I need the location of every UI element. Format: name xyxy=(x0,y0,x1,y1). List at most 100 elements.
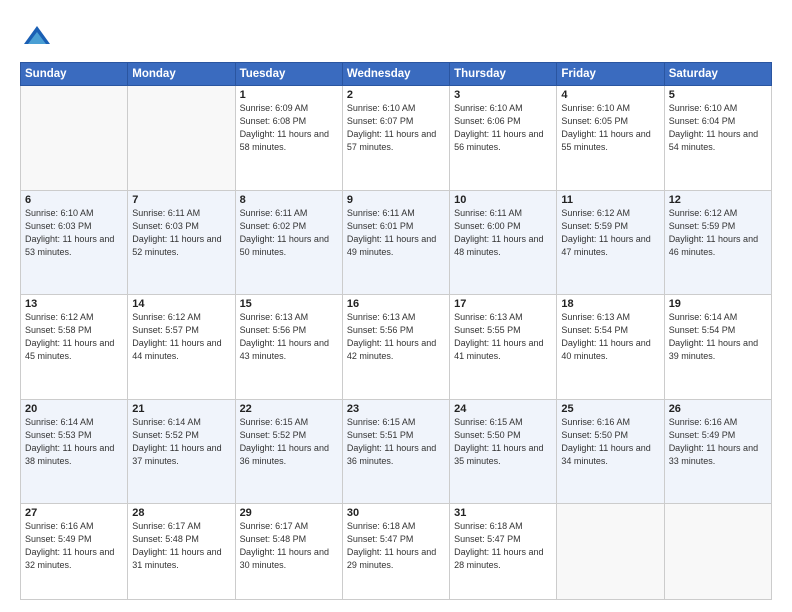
calendar-week-row: 1 Sunrise: 6:09 AMSunset: 6:08 PMDaylight… xyxy=(21,86,772,191)
calendar-cell: 19 Sunrise: 6:14 AMSunset: 5:54 PMDayligh… xyxy=(664,295,771,400)
day-info: Sunrise: 6:09 AMSunset: 6:08 PMDaylight:… xyxy=(240,103,329,152)
day-number: 19 xyxy=(669,298,767,310)
day-number: 2 xyxy=(347,89,445,101)
day-info: Sunrise: 6:16 AMSunset: 5:50 PMDaylight:… xyxy=(561,417,650,466)
calendar-cell: 25 Sunrise: 6:16 AMSunset: 5:50 PMDayligh… xyxy=(557,399,664,504)
day-info: Sunrise: 6:11 AMSunset: 6:00 PMDaylight:… xyxy=(454,208,543,257)
calendar-cell: 2 Sunrise: 6:10 AMSunset: 6:07 PMDaylight… xyxy=(342,86,449,191)
day-info: Sunrise: 6:14 AMSunset: 5:52 PMDaylight:… xyxy=(132,417,221,466)
calendar-cell xyxy=(21,86,128,191)
calendar-cell: 7Sunrise: 6:11 AMSunset: 6:03 PMDaylight… xyxy=(128,190,235,295)
day-of-week-header: Tuesday xyxy=(235,63,342,86)
day-info: Sunrise: 6:10 AMSunset: 6:04 PMDaylight:… xyxy=(669,103,758,152)
page: SundayMondayTuesdayWednesdayThursdayFrid… xyxy=(0,0,792,612)
day-number: 18 xyxy=(561,298,659,310)
day-number: 3 xyxy=(454,89,552,101)
calendar-cell: 10Sunrise: 6:11 AMSunset: 6:00 PMDayligh… xyxy=(450,190,557,295)
day-of-week-header: Friday xyxy=(557,63,664,86)
logo-icon xyxy=(22,22,52,52)
calendar-cell: 29 Sunrise: 6:17 AMSunset: 5:48 PMDayligh… xyxy=(235,504,342,600)
logo xyxy=(20,22,52,52)
day-number: 30 xyxy=(347,507,445,519)
calendar-week-row: 27 Sunrise: 6:16 AMSunset: 5:49 PMDayligh… xyxy=(21,504,772,600)
header xyxy=(20,18,772,52)
day-number: 24 xyxy=(454,403,552,415)
day-number: 20 xyxy=(25,403,123,415)
calendar-cell xyxy=(128,86,235,191)
calendar-cell: 14 Sunrise: 6:12 AMSunset: 5:57 PMDayligh… xyxy=(128,295,235,400)
calendar-week-row: 20 Sunrise: 6:14 AMSunset: 5:53 PMDayligh… xyxy=(21,399,772,504)
day-number: 9 xyxy=(347,194,445,206)
day-of-week-header: Wednesday xyxy=(342,63,449,86)
day-of-week-header: Thursday xyxy=(450,63,557,86)
day-info: Sunrise: 6:17 AMSunset: 5:48 PMDaylight:… xyxy=(240,521,329,570)
day-number: 11 xyxy=(561,194,659,206)
day-info: Sunrise: 6:11 AMSunset: 6:01 PMDaylight:… xyxy=(347,208,436,257)
day-number: 16 xyxy=(347,298,445,310)
day-info: Sunrise: 6:16 AMSunset: 5:49 PMDaylight:… xyxy=(25,521,114,570)
day-number: 4 xyxy=(561,89,659,101)
day-number: 26 xyxy=(669,403,767,415)
day-number: 17 xyxy=(454,298,552,310)
calendar-cell: 12 Sunrise: 6:12 AMSunset: 5:59 PMDayligh… xyxy=(664,190,771,295)
calendar-week-row: 13 Sunrise: 6:12 AMSunset: 5:58 PMDayligh… xyxy=(21,295,772,400)
day-info: Sunrise: 6:18 AMSunset: 5:47 PMDaylight:… xyxy=(347,521,436,570)
day-info: Sunrise: 6:13 AMSunset: 5:54 PMDaylight:… xyxy=(561,312,650,361)
day-number: 22 xyxy=(240,403,338,415)
day-info: Sunrise: 6:13 AMSunset: 5:56 PMDaylight:… xyxy=(240,312,329,361)
calendar-cell: 23Sunrise: 6:15 AMSunset: 5:51 PMDayligh… xyxy=(342,399,449,504)
day-number: 5 xyxy=(669,89,767,101)
day-info: Sunrise: 6:14 AMSunset: 5:53 PMDaylight:… xyxy=(25,417,114,466)
calendar-cell: 8Sunrise: 6:11 AMSunset: 6:02 PMDaylight… xyxy=(235,190,342,295)
calendar-cell: 24Sunrise: 6:15 AMSunset: 5:50 PMDayligh… xyxy=(450,399,557,504)
day-info: Sunrise: 6:18 AMSunset: 5:47 PMDaylight:… xyxy=(454,521,543,570)
calendar-cell: 30 Sunrise: 6:18 AMSunset: 5:47 PMDayligh… xyxy=(342,504,449,600)
day-info: Sunrise: 6:11 AMSunset: 6:02 PMDaylight:… xyxy=(240,208,329,257)
day-number: 31 xyxy=(454,507,552,519)
calendar-cell: 11 Sunrise: 6:12 AMSunset: 5:59 PMDayligh… xyxy=(557,190,664,295)
calendar-cell: 6 Sunrise: 6:10 AMSunset: 6:03 PMDaylight… xyxy=(21,190,128,295)
day-info: Sunrise: 6:15 AMSunset: 5:51 PMDaylight:… xyxy=(347,417,436,466)
calendar-cell: 22 Sunrise: 6:15 AMSunset: 5:52 PMDayligh… xyxy=(235,399,342,504)
calendar-cell: 18 Sunrise: 6:13 AMSunset: 5:54 PMDayligh… xyxy=(557,295,664,400)
day-info: Sunrise: 6:14 AMSunset: 5:54 PMDaylight:… xyxy=(669,312,758,361)
calendar-cell: 20 Sunrise: 6:14 AMSunset: 5:53 PMDayligh… xyxy=(21,399,128,504)
day-number: 6 xyxy=(25,194,123,206)
day-info: Sunrise: 6:10 AMSunset: 6:03 PMDaylight:… xyxy=(25,208,114,257)
day-number: 28 xyxy=(132,507,230,519)
calendar-cell xyxy=(664,504,771,600)
day-info: Sunrise: 6:12 AMSunset: 5:59 PMDaylight:… xyxy=(669,208,758,257)
day-info: Sunrise: 6:10 AMSunset: 6:06 PMDaylight:… xyxy=(454,103,543,152)
day-info: Sunrise: 6:10 AMSunset: 6:07 PMDaylight:… xyxy=(347,103,436,152)
day-info: Sunrise: 6:16 AMSunset: 5:49 PMDaylight:… xyxy=(669,417,758,466)
day-number: 15 xyxy=(240,298,338,310)
day-number: 13 xyxy=(25,298,123,310)
day-info: Sunrise: 6:12 AMSunset: 5:59 PMDaylight:… xyxy=(561,208,650,257)
day-number: 21 xyxy=(132,403,230,415)
calendar-cell: 5 Sunrise: 6:10 AMSunset: 6:04 PMDaylight… xyxy=(664,86,771,191)
day-info: Sunrise: 6:11 AMSunset: 6:03 PMDaylight:… xyxy=(132,208,221,257)
calendar-cell: 26 Sunrise: 6:16 AMSunset: 5:49 PMDayligh… xyxy=(664,399,771,504)
day-of-week-header: Saturday xyxy=(664,63,771,86)
day-number: 1 xyxy=(240,89,338,101)
calendar-cell: 17 Sunrise: 6:13 AMSunset: 5:55 PMDayligh… xyxy=(450,295,557,400)
day-number: 29 xyxy=(240,507,338,519)
calendar-cell: 28Sunrise: 6:17 AMSunset: 5:48 PMDayligh… xyxy=(128,504,235,600)
calendar-cell: 13 Sunrise: 6:12 AMSunset: 5:58 PMDayligh… xyxy=(21,295,128,400)
calendar-table: SundayMondayTuesdayWednesdayThursdayFrid… xyxy=(20,62,772,600)
calendar-cell: 9 Sunrise: 6:11 AMSunset: 6:01 PMDaylight… xyxy=(342,190,449,295)
day-number: 12 xyxy=(669,194,767,206)
day-number: 25 xyxy=(561,403,659,415)
day-info: Sunrise: 6:13 AMSunset: 5:55 PMDaylight:… xyxy=(454,312,543,361)
day-info: Sunrise: 6:12 AMSunset: 5:57 PMDaylight:… xyxy=(132,312,221,361)
day-info: Sunrise: 6:12 AMSunset: 5:58 PMDaylight:… xyxy=(25,312,114,361)
day-of-week-header: Sunday xyxy=(21,63,128,86)
calendar-cell: 1 Sunrise: 6:09 AMSunset: 6:08 PMDaylight… xyxy=(235,86,342,191)
calendar-cell: 16 Sunrise: 6:13 AMSunset: 5:56 PMDayligh… xyxy=(342,295,449,400)
day-info: Sunrise: 6:13 AMSunset: 5:56 PMDaylight:… xyxy=(347,312,436,361)
calendar-week-row: 6 Sunrise: 6:10 AMSunset: 6:03 PMDaylight… xyxy=(21,190,772,295)
day-info: Sunrise: 6:15 AMSunset: 5:52 PMDaylight:… xyxy=(240,417,329,466)
day-number: 27 xyxy=(25,507,123,519)
day-number: 14 xyxy=(132,298,230,310)
calendar-cell: 21 Sunrise: 6:14 AMSunset: 5:52 PMDayligh… xyxy=(128,399,235,504)
